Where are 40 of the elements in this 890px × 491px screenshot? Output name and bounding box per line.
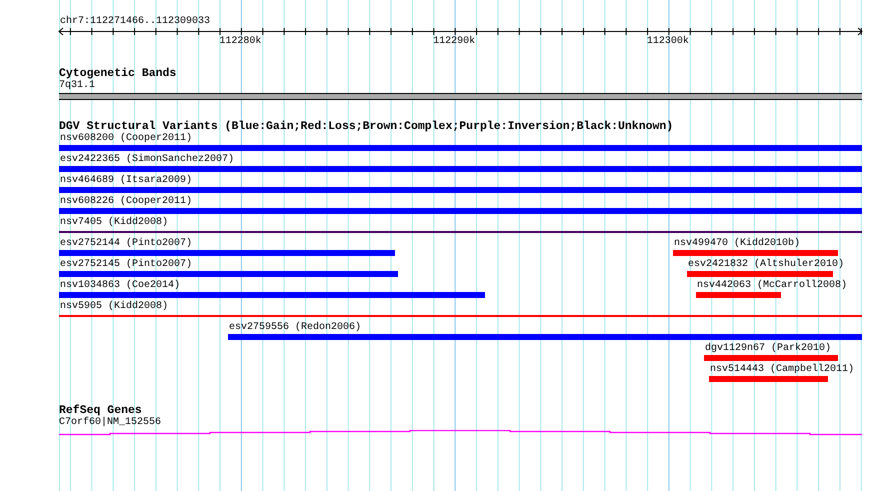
variant-bar[interactable]: [59, 250, 395, 256]
variant-label: esv2752145 (Pinto2007): [60, 259, 192, 270]
variant-bar[interactable]: [59, 187, 862, 193]
variant-bar[interactable]: [59, 208, 862, 214]
variant-label: nsv1034863 (Coe2014): [60, 280, 180, 291]
track-title: DGV Structural Variants (Blue:Gain;Red:Loss;Brown:Complex;Purple:Inversion;Black:Unknown): [59, 121, 674, 133]
variant-label: esv2421832 (Altshuler2010): [688, 259, 844, 270]
variant-bar[interactable]: [59, 271, 398, 277]
variant-label: nsv499470 (Kidd2010b): [674, 238, 800, 249]
variant-label: nsv608226 (Cooper2011): [60, 196, 192, 207]
variant-bar[interactable]: [59, 145, 862, 151]
region-title: chr7:112271466..112309033: [60, 16, 212, 27]
variant-label: dgv1129n67 (Park2010): [705, 343, 832, 354]
variant-bar[interactable]: [59, 292, 485, 298]
variant-line[interactable]: [59, 231, 862, 233]
ruler-label: 112280k: [219, 36, 262, 47]
variant-bar[interactable]: [228, 334, 862, 340]
gene-line[interactable]: [59, 430, 862, 436]
variant-bar[interactable]: [709, 376, 828, 382]
ruler-label: 112290k: [433, 36, 476, 47]
variant-bar[interactable]: [673, 250, 838, 256]
variant-label: esv2752144 (Pinto2007): [60, 238, 192, 249]
track-title: Cytogenetic Bands: [59, 68, 178, 80]
variant-bar[interactable]: [704, 355, 838, 361]
variant-label: esv2422365 (SimonSanchez2007): [60, 154, 234, 165]
variant-bar[interactable]: [59, 166, 862, 172]
track-title: RefSeq Genes: [59, 405, 142, 417]
band-label: 7q31.1: [59, 80, 96, 91]
variant-label: nsv7405 (Kidd2008): [60, 217, 168, 228]
variant-label: nsv5905 (Kidd2008): [60, 301, 168, 312]
variant-label: nsv442063 (McCarroll2008): [697, 280, 848, 291]
variant-label: nsv514443 (Campbell2011): [710, 364, 854, 375]
variant-label: esv2759556 (Redon2006): [229, 322, 362, 333]
variant-line[interactable]: [59, 315, 862, 317]
variant-bar[interactable]: [687, 271, 833, 277]
variant-label: nsv608200 (Cooper2011): [60, 133, 192, 144]
variant-bar[interactable]: [696, 292, 781, 298]
variant-label: nsv464689 (Itsara2009): [60, 175, 192, 186]
ruler-label: 112300k: [646, 36, 689, 47]
gene-label: C7orf60|NM_152556: [59, 417, 162, 428]
